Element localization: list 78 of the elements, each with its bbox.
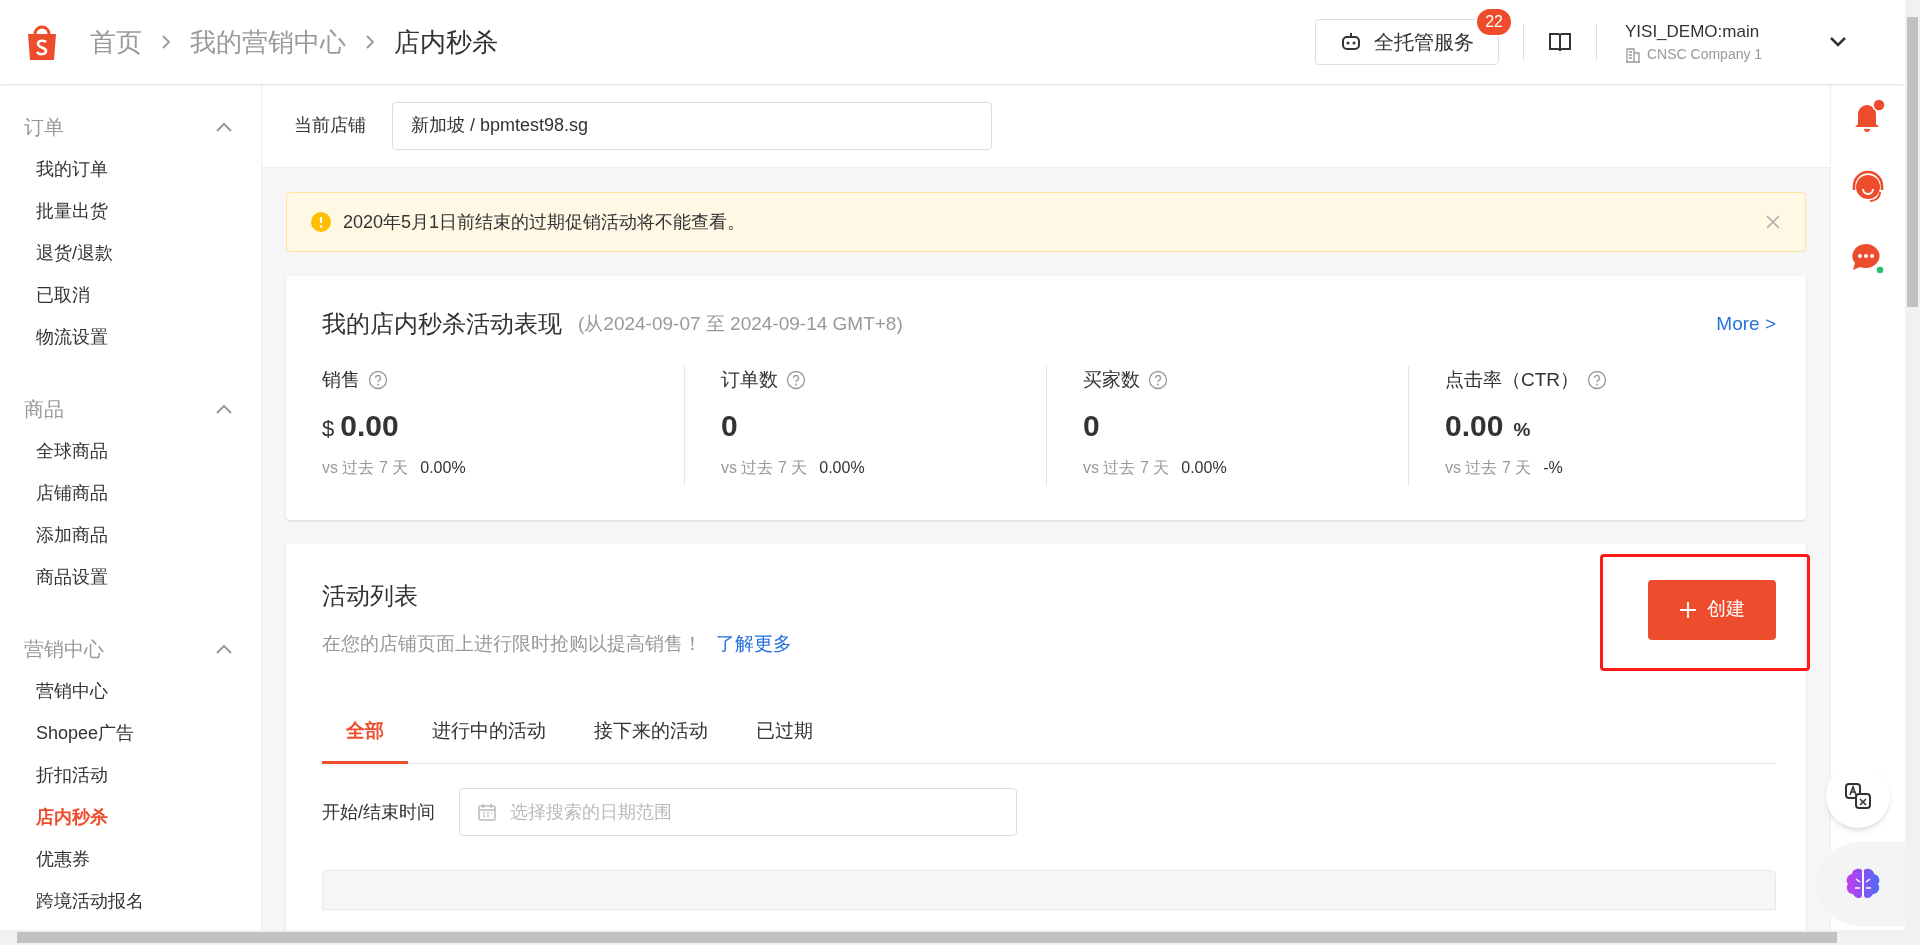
translate-icon <box>1844 782 1872 810</box>
comparison-label: vs 过去 7 天 <box>1445 457 1532 478</box>
section-title: 活动列表 <box>322 580 419 611</box>
store-select[interactable]: 新加坡 / bpmtest98.sg <box>392 101 992 150</box>
date-range: (从2024-09-07 至 2024-09-14 GMT+8) <box>578 311 903 336</box>
scrollbar-thumb[interactable] <box>17 932 1837 943</box>
chevron-right-icon <box>160 33 172 51</box>
sidebar-item[interactable]: 物流设置 <box>36 324 108 350</box>
help-icon[interactable] <box>786 370 806 391</box>
sidebar-item[interactable]: 跨境活动报名 <box>36 888 144 914</box>
sidebar-item[interactable]: 我的订单 <box>36 156 108 182</box>
help-icon[interactable] <box>1148 370 1168 391</box>
change-value: -% <box>1543 457 1563 478</box>
sidebar-item[interactable]: 优惠券 <box>36 846 90 872</box>
section-heading: 商品 <box>24 397 64 422</box>
sidebar-item[interactable]: 批量出货 <box>36 198 108 224</box>
sidebar-item[interactable]: 店内秒杀 <box>36 804 108 830</box>
book-icon[interactable] <box>1548 31 1572 53</box>
section-heading: 订单 <box>24 115 64 140</box>
tab[interactable]: 接下来的活动 <box>570 702 732 764</box>
chevron-down-icon[interactable] <box>1829 36 1847 48</box>
metric-value: 0 <box>1083 407 1100 444</box>
change-value: 0.00% <box>819 457 865 478</box>
learn-more-link[interactable]: 了解更多 <box>716 629 792 658</box>
section-description: 在您的店铺页面上进行限时抢购以提高销售！ <box>322 631 702 656</box>
breadcrumb-item: 店内秒杀 <box>394 25 498 59</box>
unit-symbol: % <box>1513 417 1531 442</box>
sidebar-item[interactable]: 店铺商品 <box>36 480 108 506</box>
sidebar-item[interactable]: 营销中心 <box>36 678 108 704</box>
comparison-label: vs 过去 7 天 <box>322 457 409 478</box>
help-icon[interactable] <box>368 370 388 391</box>
metric-label: 销售 <box>322 368 360 392</box>
change-value: 0.00% <box>420 457 466 478</box>
close-icon[interactable] <box>1765 214 1781 230</box>
metric-value: 0.00 <box>340 407 399 444</box>
chevron-right-icon <box>364 33 376 51</box>
notification-count-badge: 22 <box>1475 7 1513 37</box>
metric-label: 点击率（CTR） <box>1445 368 1580 392</box>
warning-icon <box>311 212 331 232</box>
robot-icon <box>1340 31 1362 53</box>
metric-value: 0.00 <box>1445 407 1504 444</box>
chevron-up-icon[interactable] <box>215 121 233 133</box>
metric-value: 0 <box>721 407 738 444</box>
sidebar-item[interactable]: 退货/退款 <box>36 240 113 266</box>
comparison-label: vs 过去 7 天 <box>1083 457 1170 478</box>
date-range-field[interactable]: 选择搜索的日期范围 <box>459 788 1017 836</box>
currency-symbol: $ <box>322 414 335 443</box>
translate-button[interactable] <box>1826 764 1890 828</box>
sidebar-item[interactable]: Shopee广告 <box>36 720 135 746</box>
scrollbar-thumb[interactable] <box>1907 17 1918 307</box>
metric-label: 订单数 <box>721 368 778 392</box>
help-icon[interactable] <box>1587 370 1608 391</box>
account-name: YISI_DEMO:main <box>1625 20 1761 43</box>
calendar-icon <box>477 802 497 822</box>
tab[interactable]: 全部 <box>322 702 408 764</box>
sidebar-item[interactable]: 商品设置 <box>36 564 108 590</box>
company-name: CNSC Company 1 <box>1647 45 1763 65</box>
comparison-label: vs 过去 7 天 <box>721 457 808 478</box>
chevron-up-icon[interactable] <box>215 643 233 655</box>
more-link[interactable]: More > <box>1716 309 1776 339</box>
create-button[interactable]: 创建 <box>1648 579 1776 640</box>
metric-label: 买家数 <box>1083 368 1140 392</box>
filter-label: 开始/结束时间 <box>322 800 435 824</box>
section-heading: 营销中心 <box>24 637 104 662</box>
chevron-up-icon[interactable] <box>215 403 233 415</box>
sidebar-item[interactable]: 已取消 <box>36 282 90 308</box>
sidebar-item[interactable]: 添加商品 <box>36 522 108 548</box>
store-label: 当前店铺 <box>294 114 366 137</box>
tab[interactable]: 已过期 <box>732 702 837 764</box>
card-title: 我的店内秒杀活动表现 <box>322 309 562 339</box>
sidebar-item[interactable]: 折扣活动 <box>36 762 108 788</box>
plus-icon <box>1679 600 1697 619</box>
building-icon <box>1625 46 1641 63</box>
brain-icon <box>1844 867 1882 901</box>
sidebar-item[interactable]: 全球商品 <box>36 438 108 464</box>
tab[interactable]: 进行中的活动 <box>408 702 570 764</box>
change-value: 0.00% <box>1181 457 1227 478</box>
notice-text: 2020年5月1日前结束的过期促销活动将不能查看。 <box>343 210 747 234</box>
